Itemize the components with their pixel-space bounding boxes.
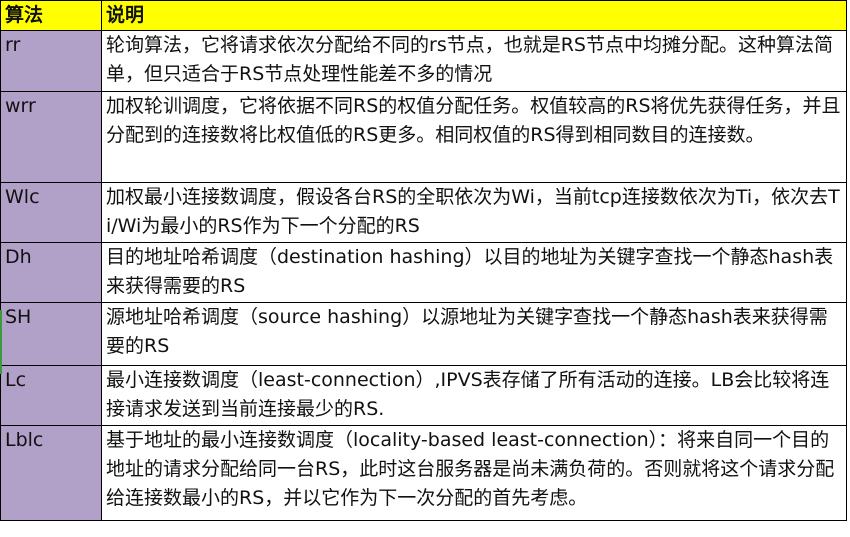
algo-desc-cell: 目的地址哈希调度（destination hashing）以目的地址为关键字查找… — [101, 242, 847, 303]
row-selection-marker — [0, 310, 2, 374]
table-row: SH 源地址哈希调度（source hashing）以源地址为关键字查找一个静态… — [0, 302, 847, 366]
algo-desc-cell: 加权最小连接数调度，假设各台RS的全职依次为Wi，当前tcp连接数依次为Ti，依… — [101, 182, 847, 243]
algo-desc-cell: 加权轮训调度，它将依据不同RS的权值分配任务。权值较高的RS将优先获得任务，并且… — [101, 91, 847, 183]
header-algo: 算法 — [0, 0, 102, 31]
table-row: Lblc 基于地址的最小连接数调度（locality-based least-c… — [0, 425, 847, 521]
algo-name-cell: wrr — [0, 91, 102, 183]
table-header-row: 算法 说明 — [0, 0, 847, 31]
table-row: Lc 最小连接数调度（least-connection）,IPVS表存储了所有活… — [0, 365, 847, 426]
algo-name-cell: Lc — [0, 365, 102, 426]
algo-desc-cell: 轮询算法，它将请求依次分配给不同的rs节点，也就是RS节点中均摊分配。这种算法简… — [101, 30, 847, 92]
algo-name-cell: Dh — [0, 242, 102, 303]
algo-name-cell: rr — [0, 30, 102, 92]
algo-desc-cell: 源地址哈希调度（source hashing）以源地址为关键字查找一个静态has… — [101, 302, 847, 366]
table-row: wrr 加权轮训调度，它将依据不同RS的权值分配任务。权值较高的RS将优先获得任… — [0, 91, 847, 183]
table-row: Dh 目的地址哈希调度（destination hashing）以目的地址为关键… — [0, 242, 847, 303]
algo-name-cell: SH — [0, 302, 102, 366]
algo-name-cell: Lblc — [0, 425, 102, 521]
table-row: rr 轮询算法，它将请求依次分配给不同的rs节点，也就是RS节点中均摊分配。这种… — [0, 30, 847, 92]
header-desc: 说明 — [101, 0, 847, 31]
algo-desc-cell: 基于地址的最小连接数调度（locality-based least-connec… — [101, 425, 847, 521]
table-row: Wlc 加权最小连接数调度，假设各台RS的全职依次为Wi，当前tcp连接数依次为… — [0, 182, 847, 243]
algorithm-table: 算法 说明 rr 轮询算法，它将请求依次分配给不同的rs节点，也就是RS节点中均… — [0, 0, 847, 521]
algo-name-cell: Wlc — [0, 182, 102, 243]
algo-desc-cell: 最小连接数调度（least-connection）,IPVS表存储了所有活动的连… — [101, 365, 847, 426]
